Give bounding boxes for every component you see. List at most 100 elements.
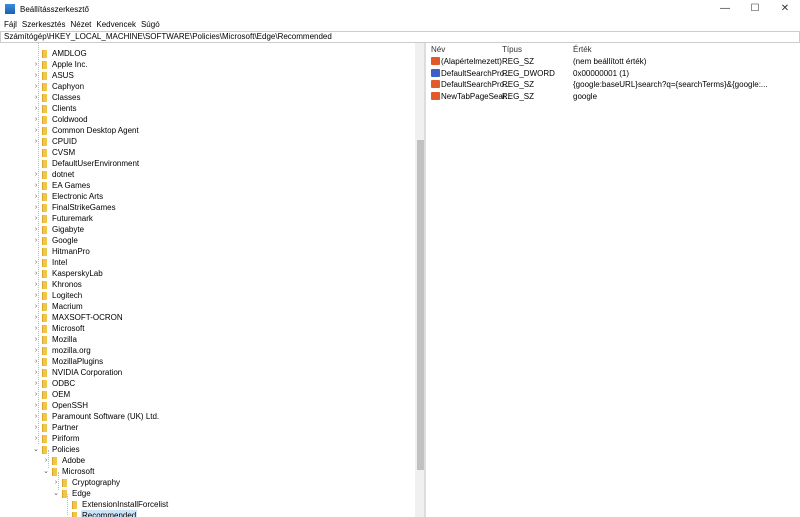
menu-edit[interactable]: Szerkesztés <box>22 20 66 29</box>
tree-item[interactable]: › MozillaPlugins <box>0 356 414 367</box>
address-bar[interactable]: Számítógép\HKEY_LOCAL_MACHINE\SOFTWARE\P… <box>0 31 800 43</box>
column-header-type[interactable]: Típus <box>502 45 522 55</box>
tree-item[interactable]: › Logitech <box>0 290 414 301</box>
tree-item[interactable]: › Common Desktop Agent <box>0 125 414 136</box>
tree-item[interactable]: › Electronic Arts <box>0 191 414 202</box>
tree-item[interactable]: › Paramount Software (UK) Ltd. <box>0 411 414 422</box>
tree-item[interactable]: › dotnet <box>0 169 414 180</box>
tree-item[interactable]: › ASUS <box>0 70 414 81</box>
tree-item[interactable]: DefaultUserEnvironment <box>0 158 414 169</box>
expand-chevron-icon[interactable]: › <box>32 202 40 213</box>
tree-item[interactable]: › Khronos <box>0 279 414 290</box>
expand-chevron-icon[interactable]: › <box>32 334 40 345</box>
tree-item[interactable]: › MAXSOFT-OCRON <box>0 312 414 323</box>
value-row[interactable]: DefaultSearchPro... REG_SZ {google:baseURL… <box>428 79 800 90</box>
expand-chevron-icon[interactable]: › <box>32 367 40 378</box>
expand-chevron-icon[interactable]: › <box>32 268 40 279</box>
tree-item[interactable]: ⌄ Policies <box>0 444 414 455</box>
tree-item[interactable]: ExtensionInstallForcelist <box>0 499 414 510</box>
tree-item[interactable]: › Piriform <box>0 433 414 444</box>
expand-chevron-icon[interactable]: › <box>32 323 40 334</box>
menu-help[interactable]: Súgó <box>141 20 160 29</box>
expand-chevron-icon[interactable]: › <box>42 455 50 466</box>
expand-chevron-icon[interactable]: › <box>32 257 40 268</box>
tree-item[interactable]: › OpenSSH <box>0 400 414 411</box>
tree-item[interactable]: › Classes <box>0 92 414 103</box>
expand-chevron-icon[interactable]: › <box>32 191 40 202</box>
expand-chevron-icon[interactable]: › <box>32 114 40 125</box>
tree-item[interactable]: › CPUID <box>0 136 414 147</box>
value-row[interactable]: DefaultSearchPro... REG_DWORD 0x00000001 (… <box>428 68 800 79</box>
expand-chevron-icon[interactable]: › <box>32 411 40 422</box>
tree-item[interactable]: HitmanPro <box>0 246 414 257</box>
tree-item[interactable]: CVSM <box>0 147 414 158</box>
tree-item[interactable]: › Macrium <box>0 301 414 312</box>
tree-item[interactable]: › NVIDIA Corporation <box>0 367 414 378</box>
expand-chevron-icon[interactable]: › <box>32 235 40 246</box>
tree-item[interactable]: AMDLOG <box>0 48 414 59</box>
tree-item[interactable]: › Coldwood <box>0 114 414 125</box>
expand-chevron-icon[interactable]: › <box>32 136 40 147</box>
tree-item[interactable]: › KasperskyLab <box>0 268 414 279</box>
tree-item[interactable]: › mozilla.org <box>0 345 414 356</box>
expand-chevron-icon[interactable]: › <box>32 389 40 400</box>
expand-chevron-icon[interactable]: › <box>32 279 40 290</box>
minimize-button[interactable]: — <box>710 0 740 18</box>
tree-item[interactable]: › Gigabyte <box>0 224 414 235</box>
expand-chevron-icon[interactable]: › <box>32 81 40 92</box>
tree-item[interactable]: › Intel <box>0 257 414 268</box>
menu-favorites[interactable]: Kedvencek <box>96 20 136 29</box>
expand-chevron-icon[interactable]: › <box>32 70 40 81</box>
tree-item[interactable]: Recommended <box>0 510 414 517</box>
expand-chevron-icon[interactable]: › <box>32 59 40 70</box>
value-row[interactable]: NewTabPageSear... REG_SZ google <box>428 91 800 102</box>
expand-chevron-icon[interactable]: › <box>32 180 40 191</box>
expand-chevron-icon[interactable]: › <box>32 301 40 312</box>
tree-item[interactable]: › Clients <box>0 103 414 114</box>
scrollbar-thumb[interactable] <box>417 140 424 470</box>
tree-item[interactable]: › Partner <box>0 422 414 433</box>
collapse-chevron-icon[interactable]: ⌄ <box>52 488 60 499</box>
expand-chevron-icon[interactable]: › <box>32 345 40 356</box>
tree-scrollbar[interactable] <box>415 43 424 517</box>
expand-chevron-icon[interactable]: › <box>52 477 60 488</box>
menu-view[interactable]: Nézet <box>70 20 91 29</box>
tree-item[interactable]: › OEM <box>0 389 414 400</box>
expand-chevron-icon[interactable]: › <box>32 356 40 367</box>
expand-chevron-icon[interactable]: › <box>32 224 40 235</box>
tree-item[interactable]: › EA Games <box>0 180 414 191</box>
expand-chevron-icon[interactable]: › <box>32 169 40 180</box>
expand-chevron-icon[interactable]: › <box>32 125 40 136</box>
expand-chevron-icon[interactable]: › <box>32 290 40 301</box>
expand-chevron-icon[interactable]: › <box>32 213 40 224</box>
tree-item[interactable]: › Futuremark <box>0 213 414 224</box>
expand-chevron-icon[interactable]: › <box>32 103 40 114</box>
expand-chevron-icon[interactable]: › <box>32 422 40 433</box>
tree-item[interactable]: › Cryptography <box>0 477 414 488</box>
column-header-value[interactable]: Érték <box>573 45 592 55</box>
collapse-chevron-icon[interactable]: ⌄ <box>32 444 40 455</box>
expand-chevron-icon[interactable]: › <box>32 433 40 444</box>
tree-item[interactable]: ⌄ Edge <box>0 488 414 499</box>
folder-icon <box>42 181 47 190</box>
expand-chevron-icon[interactable]: › <box>32 378 40 389</box>
tree-item[interactable]: › Mozilla <box>0 334 414 345</box>
expand-chevron-icon[interactable]: › <box>32 312 40 323</box>
folder-icon <box>62 489 67 498</box>
menu-file[interactable]: Fájl <box>4 20 17 29</box>
tree-item[interactable]: › Microsoft <box>0 323 414 334</box>
tree-item[interactable]: › Adobe <box>0 455 414 466</box>
tree-item[interactable]: › FinalStrikeGames <box>0 202 414 213</box>
close-button[interactable]: ✕ <box>770 0 800 18</box>
tree-item[interactable]: ⌄ Microsoft <box>0 466 414 477</box>
collapse-chevron-icon[interactable]: ⌄ <box>42 466 50 477</box>
expand-chevron-icon[interactable]: › <box>32 92 40 103</box>
maximize-button[interactable]: ☐ <box>740 0 770 18</box>
tree-item[interactable]: › Caphyon <box>0 81 414 92</box>
tree-item[interactable]: › ODBC <box>0 378 414 389</box>
value-row[interactable]: (Alapértelmezett) REG_SZ (nem beállított é… <box>428 56 800 67</box>
tree-item[interactable]: › Google <box>0 235 414 246</box>
expand-chevron-icon[interactable]: › <box>32 400 40 411</box>
column-header-name[interactable]: Név <box>431 45 445 55</box>
tree-item[interactable]: › Apple Inc. <box>0 59 414 70</box>
